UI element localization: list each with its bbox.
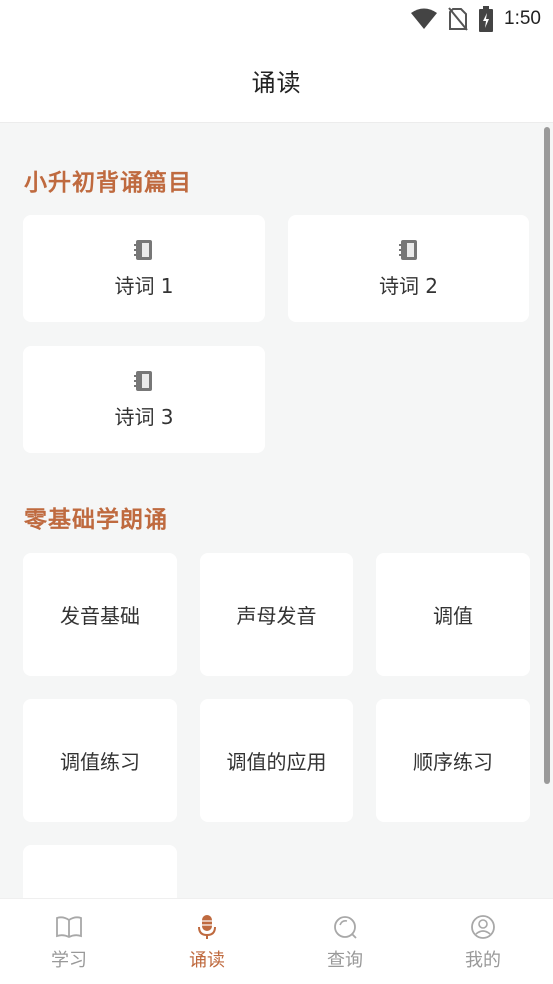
lesson-card-voice[interactable]: 嗓子 xyxy=(23,845,177,898)
wifi-icon xyxy=(411,8,438,29)
book-icon xyxy=(134,239,152,260)
card-label: 调值的应用 xyxy=(226,750,327,774)
section-title-recitation: 小升初背诵篇目 xyxy=(24,170,192,196)
lesson-card-order-practice[interactable]: 顺序练习 xyxy=(376,699,530,822)
microphone-icon xyxy=(196,914,218,940)
card-label: 声母发音 xyxy=(236,604,317,628)
scrollbar[interactable] xyxy=(544,127,550,784)
status-time: 1:50 xyxy=(504,8,541,29)
lesson-card-tone-value[interactable]: 调值 xyxy=(376,553,530,676)
tab-label: 学习 xyxy=(51,950,87,971)
lesson-card-tone-application[interactable]: 调值的应用 xyxy=(200,699,353,822)
card-label: 诗词 1 xyxy=(114,273,174,298)
card-label: 调值 xyxy=(433,604,473,628)
battery-charging-icon xyxy=(479,6,494,32)
status-bar: 1:50 xyxy=(0,0,553,38)
app-header: 诵读 xyxy=(0,38,553,123)
tab-label: 我的 xyxy=(465,950,501,971)
tab-study[interactable]: 学习 xyxy=(0,899,138,984)
section-title-beginner: 零基础学朗诵 xyxy=(24,507,168,533)
lesson-card-pronunciation-basics[interactable]: 发音基础 xyxy=(23,553,177,676)
tab-recite[interactable]: 诵读 xyxy=(138,899,276,984)
poem-card-1[interactable]: 诗词 1 xyxy=(23,215,265,322)
no-sim-icon xyxy=(448,7,468,31)
card-label: 诗词 2 xyxy=(378,273,439,298)
tab-label: 查询 xyxy=(327,950,363,971)
open-book-icon xyxy=(55,914,83,940)
lesson-card-initials[interactable]: 声母发音 xyxy=(200,553,353,676)
book-icon xyxy=(134,370,152,391)
status-icons: 1:50 xyxy=(410,6,541,32)
card-label: 调值练习 xyxy=(60,750,140,774)
search-icon xyxy=(332,914,358,940)
poem-card-3[interactable]: 诗词 3 xyxy=(23,346,265,453)
book-icon xyxy=(398,239,417,260)
profile-icon xyxy=(470,914,496,940)
bottom-tab-bar: 学习 诵读 查询 我的 xyxy=(0,898,553,984)
card-label: 诗词 3 xyxy=(114,404,174,429)
card-label: 顺序练习 xyxy=(413,750,493,774)
poem-card-2[interactable]: 诗词 2 xyxy=(288,215,529,322)
lesson-card-tone-practice[interactable]: 调值练习 xyxy=(23,699,177,822)
tab-label: 诵读 xyxy=(189,950,225,971)
page-title: 诵读 xyxy=(251,68,302,97)
tab-profile[interactable]: 我的 xyxy=(414,899,552,984)
card-label: 发音基础 xyxy=(60,604,140,628)
tab-lookup[interactable]: 查询 xyxy=(276,899,414,984)
main-content[interactable]: 小升初背诵篇目 诗词 1 诗词 2 诗词 3 零基础学朗诵 发音基础 声母发音 … xyxy=(0,123,553,898)
